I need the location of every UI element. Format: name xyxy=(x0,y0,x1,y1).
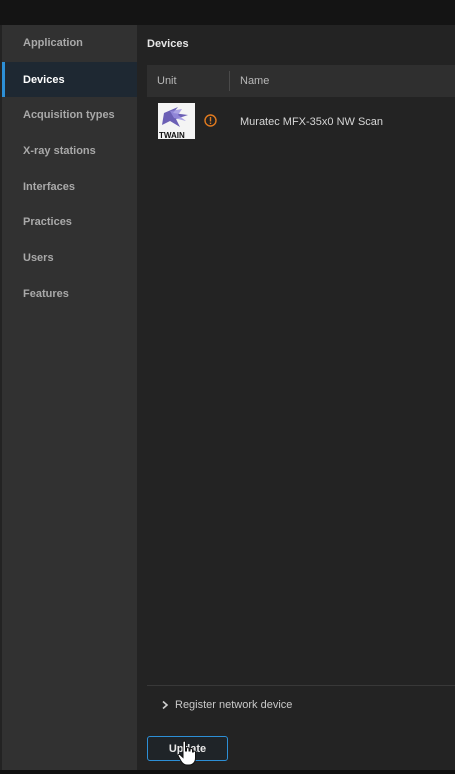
sidebar-item-label: Practices xyxy=(23,215,72,228)
main-panel: Devices Unit Name TWAIN Muratec MFX-35x0… xyxy=(137,25,455,770)
divider xyxy=(147,685,455,686)
sidebar-item-acquisition-types[interactable]: Acquisition types xyxy=(2,97,137,132)
page-title: Devices xyxy=(147,38,189,50)
warning-icon xyxy=(204,114,217,127)
title-bar xyxy=(0,0,455,25)
sidebar-item-interfaces[interactable]: Interfaces xyxy=(2,169,137,204)
sidebar-item-x-ray-stations[interactable]: X-ray stations xyxy=(2,133,137,168)
sidebar-item-label: Devices xyxy=(23,73,65,86)
table-header: Unit Name xyxy=(147,65,455,97)
hand-cursor-icon xyxy=(177,740,196,766)
column-header-name[interactable]: Name xyxy=(240,75,269,87)
sidebar-item-devices[interactable]: Devices xyxy=(2,62,137,97)
column-header-unit[interactable]: Unit xyxy=(157,75,177,87)
sidebar: Application Devices Acquisition types X-… xyxy=(2,25,137,770)
register-label: Register network device xyxy=(175,699,293,711)
sidebar-item-practices[interactable]: Practices xyxy=(2,204,137,239)
register-network-device-toggle[interactable]: Register network device xyxy=(160,699,292,711)
sidebar-item-label: X-ray stations xyxy=(23,144,96,157)
column-divider[interactable] xyxy=(229,71,230,91)
sidebar-item-label: Application xyxy=(23,36,83,49)
device-name: Muratec MFX-35x0 NW Scan xyxy=(240,116,384,128)
sidebar-item-label: Features xyxy=(23,287,69,300)
svg-text:TWAIN: TWAIN xyxy=(159,131,185,139)
sidebar-item-label: Acquisition types xyxy=(23,108,115,121)
sidebar-item-label: Interfaces xyxy=(23,180,75,193)
sidebar-item-label: Users xyxy=(23,251,54,264)
bottom-edge xyxy=(0,770,455,774)
twain-logo: TWAIN xyxy=(158,103,195,139)
settings-window: Application Devices Acquisition types X-… xyxy=(0,0,455,774)
table-row[interactable]: TWAIN Muratec MFX-35x0 NW Scan xyxy=(147,97,455,147)
sidebar-item-features[interactable]: Features xyxy=(2,276,137,311)
sidebar-item-users[interactable]: Users xyxy=(2,240,137,275)
sidebar-item-application[interactable]: Application xyxy=(2,25,137,60)
chevron-right-icon xyxy=(162,700,169,710)
